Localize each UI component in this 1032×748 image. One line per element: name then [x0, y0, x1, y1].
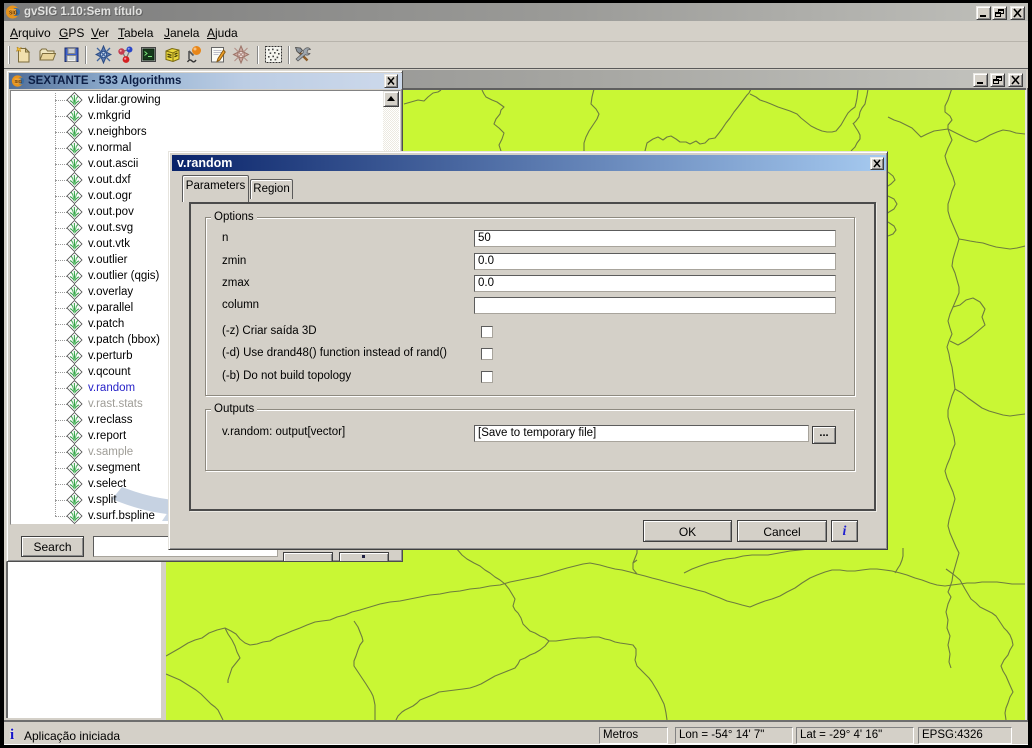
svg-text:SIG: SIG — [9, 11, 18, 17]
svg-text:SIG: SIG — [15, 79, 23, 84]
